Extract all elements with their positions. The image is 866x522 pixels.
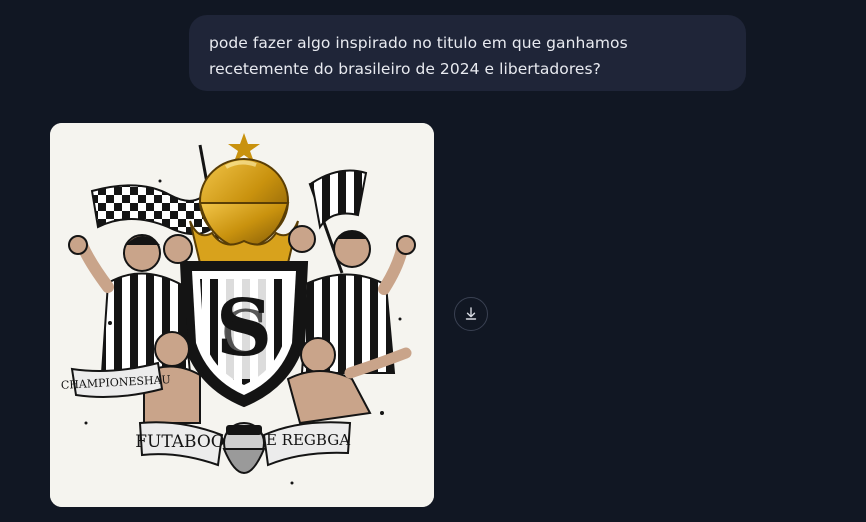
download-icon: [465, 307, 477, 320]
player-figure-right-2: [288, 225, 316, 253]
crest-illustration: S C CHAMPIONESHAU FUTABOO E REGBGA: [50, 123, 434, 507]
generated-image[interactable]: S C CHAMPIONESHAU FUTABOO E REGBGA: [50, 123, 434, 507]
user-message-text: pode fazer algo inspirado no titulo em q…: [209, 34, 628, 78]
svg-text:FUTABOO: FUTABOO: [135, 432, 225, 452]
chat-view: pode fazer algo inspirado no titulo em q…: [0, 0, 866, 522]
player-figure-left-2: [163, 234, 193, 264]
svg-text:C: C: [221, 298, 267, 368]
svg-text:E REGBGA: E REGBGA: [266, 431, 350, 449]
download-button[interactable]: [454, 297, 488, 331]
user-message-bubble: pode fazer algo inspirado no titulo em q…: [189, 15, 746, 91]
